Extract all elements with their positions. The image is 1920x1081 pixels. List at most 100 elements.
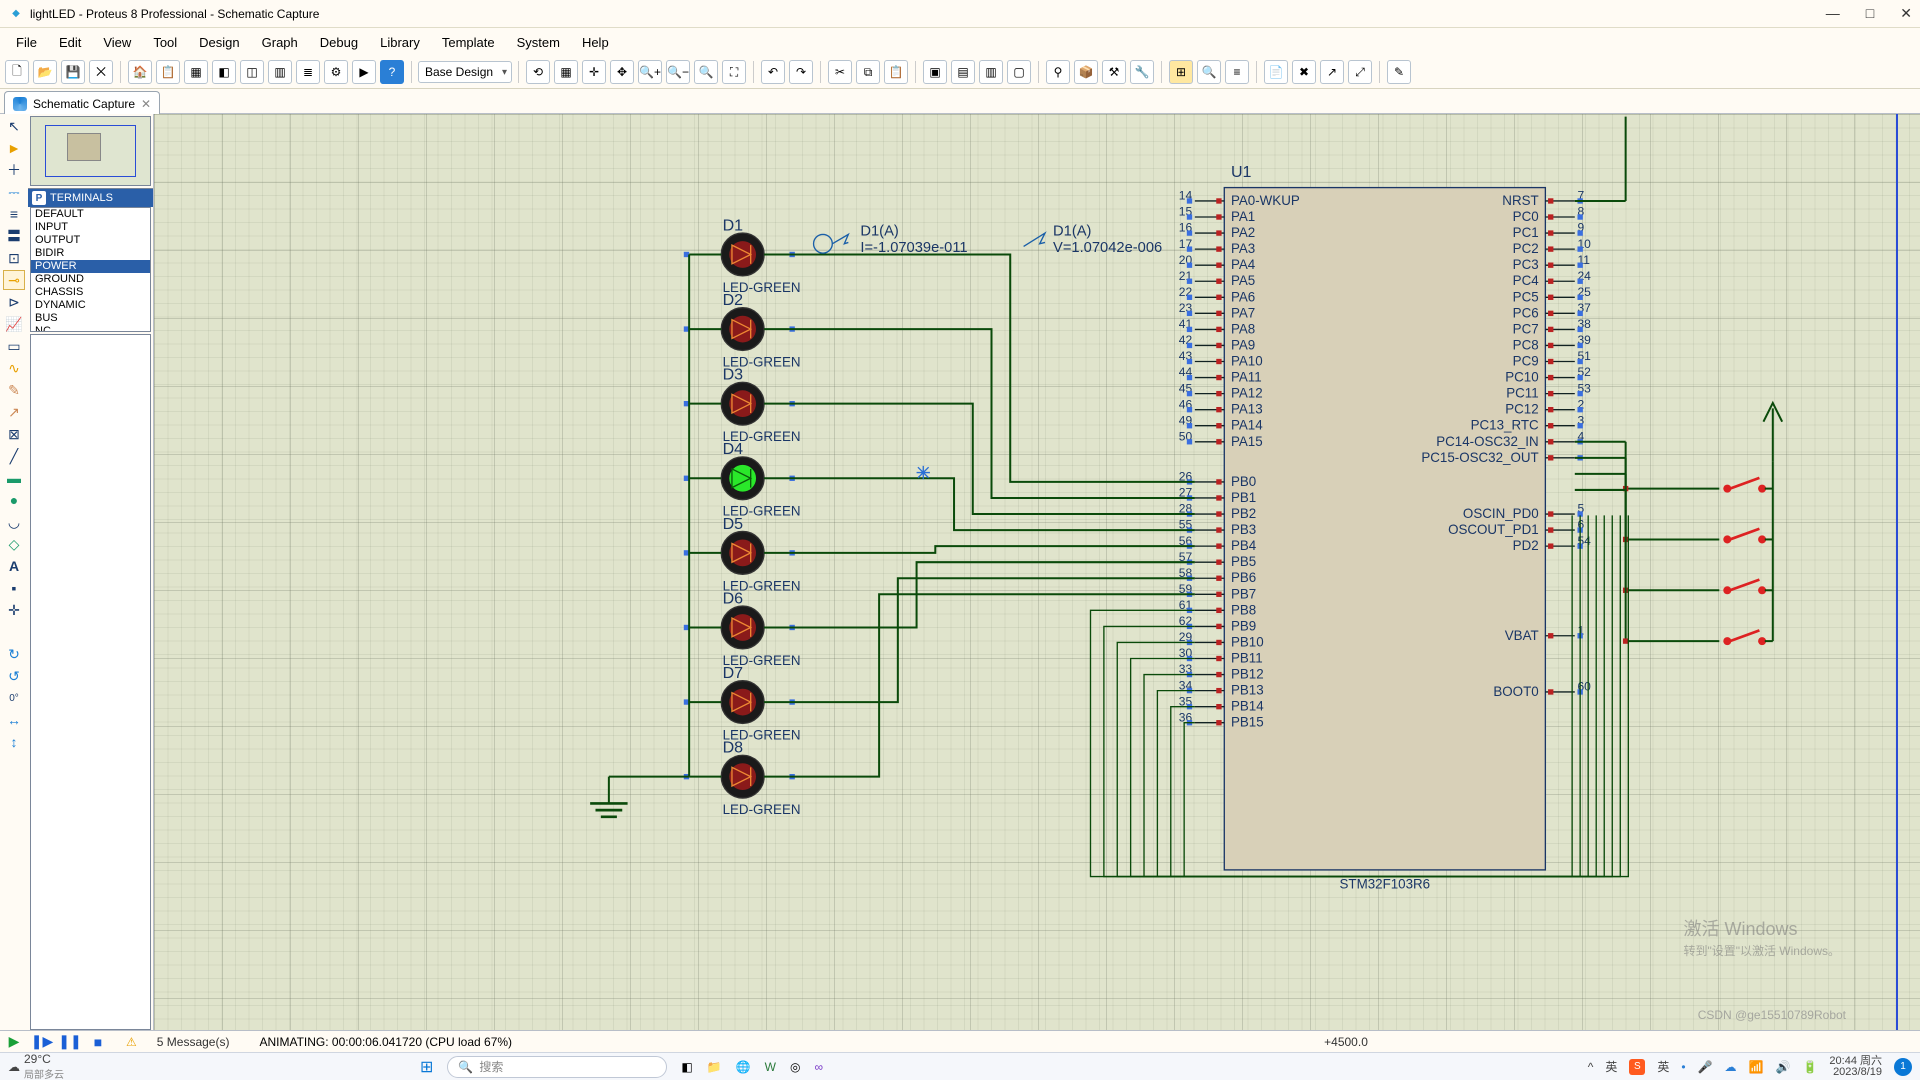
refresh-button[interactable]: ⟲	[526, 60, 550, 84]
virtual-instrument-tool[interactable]: ⊠	[3, 424, 25, 444]
tray-ime[interactable]: 英	[1657, 1058, 1669, 1075]
open-button[interactable]: 📂	[33, 60, 57, 84]
menu-design[interactable]: Design	[189, 33, 249, 52]
zoom-sheet-button[interactable]: ⤢	[1348, 60, 1372, 84]
3d-button[interactable]: ◧	[212, 60, 236, 84]
snap-button[interactable]: ✛	[582, 60, 606, 84]
close-button-tb[interactable]: ⨉	[89, 60, 113, 84]
menu-graph[interactable]: Graph	[252, 33, 308, 52]
decompose-button[interactable]: ⚒	[1102, 60, 1126, 84]
flip-h-button[interactable]: ↔	[3, 710, 25, 730]
menu-view[interactable]: View	[93, 33, 141, 52]
tape-tool[interactable]: ▭	[3, 336, 25, 356]
tray-volume-icon[interactable]: 🔊	[1776, 1060, 1791, 1074]
gerber-button[interactable]: ◫	[240, 60, 264, 84]
minimize-button[interactable]: —	[1826, 5, 1840, 22]
terminal-item[interactable]: GROUND	[31, 273, 150, 286]
graph-tool[interactable]: 📈	[3, 314, 25, 334]
exit-sheet-button[interactable]: ↗	[1320, 60, 1344, 84]
schematic-button[interactable]: 📋	[156, 60, 180, 84]
code-button[interactable]: ⚙	[324, 60, 348, 84]
sogou-icon[interactable]: S	[1629, 1059, 1645, 1075]
menu-edit[interactable]: Edit	[49, 33, 91, 52]
package-button[interactable]: 📦	[1074, 60, 1098, 84]
select-tool[interactable]: ↖	[3, 116, 25, 136]
paste-button[interactable]: 📋	[884, 60, 908, 84]
rotate-ccw-button[interactable]: ↺	[3, 666, 25, 686]
device-pin-tool[interactable]: ⊳	[3, 292, 25, 312]
zoom-fit-button[interactable]: 🔍	[694, 60, 718, 84]
terminals-list[interactable]: DEFAULTINPUTOUTPUTBIDIRPOWERGROUNDCHASSI…	[30, 207, 151, 332]
terminal-item[interactable]: DEFAULT	[31, 208, 150, 221]
menu-tool[interactable]: Tool	[143, 33, 187, 52]
vs-button[interactable]: ∞	[814, 1060, 823, 1074]
tray-notification[interactable]: 1	[1894, 1058, 1912, 1076]
component-tool[interactable]: ►	[3, 138, 25, 158]
zoom-area-button[interactable]: ⛶	[722, 60, 746, 84]
close-button[interactable]: ✕	[1900, 5, 1912, 22]
line-tool[interactable]: ╱	[3, 446, 25, 466]
tab-close-button[interactable]: ✕	[141, 97, 151, 111]
terminal-item[interactable]: OUTPUT	[31, 234, 150, 247]
bom-button[interactable]: ≣	[296, 60, 320, 84]
start-button[interactable]: ⊞	[420, 1057, 433, 1077]
canvas[interactable]: U1STM32F103R614PA0-WKUP15PA116PA217PA320…	[154, 114, 1920, 1032]
overview-panel[interactable]	[30, 116, 151, 186]
tools-button[interactable]: 🔧	[1130, 60, 1154, 84]
messages-label[interactable]: 5 Message(s)	[157, 1035, 230, 1049]
bus-tool[interactable]: 〓	[3, 226, 25, 246]
save-button[interactable]: 💾	[61, 60, 85, 84]
design-combo[interactable]: Base Design	[418, 61, 512, 83]
tray-expand-button[interactable]: ^	[1588, 1060, 1594, 1074]
zoom-in-button[interactable]: 🔍+	[638, 60, 662, 84]
flip-v-button[interactable]: ↕	[3, 732, 25, 752]
text-script-tool[interactable]: ≡	[3, 204, 25, 224]
taskview-button[interactable]: ◧	[681, 1060, 692, 1074]
block-copy-button[interactable]: ▣	[923, 60, 947, 84]
del-sheet-button[interactable]: ✖	[1292, 60, 1316, 84]
menu-system[interactable]: System	[507, 33, 570, 52]
excel-button[interactable]: ▥	[268, 60, 292, 84]
box-tool[interactable]: ▬	[3, 468, 25, 488]
weather-widget[interactable]: ☁ 29°C局部多云	[8, 1052, 64, 1081]
tray-battery-icon[interactable]: 🔋	[1802, 1060, 1817, 1074]
new-button[interactable]: 🗋	[5, 60, 29, 84]
home-button[interactable]: 🏠	[128, 60, 152, 84]
chrome-button[interactable]: 🌐	[736, 1060, 751, 1074]
pick-button[interactable]: ⚲	[1046, 60, 1070, 84]
pause-button[interactable]: ❚❚	[59, 1033, 81, 1051]
menu-file[interactable]: File	[6, 33, 47, 52]
tray-extra1[interactable]: •	[1681, 1060, 1685, 1074]
menu-library[interactable]: Library	[370, 33, 430, 52]
tray-wifi-icon[interactable]: 📶	[1749, 1060, 1764, 1074]
voltage-probe-tool[interactable]: ✎	[3, 380, 25, 400]
step-button[interactable]: ❚▶	[31, 1033, 53, 1051]
terminal-item[interactable]: NC	[31, 325, 150, 332]
terminal-item[interactable]: POWER	[31, 260, 150, 273]
label-tool[interactable]: ⎓	[3, 182, 25, 202]
tray-lang[interactable]: 英	[1605, 1058, 1617, 1075]
redo-button[interactable]: ↷	[789, 60, 813, 84]
copy-button[interactable]: ⧉	[856, 60, 880, 84]
explorer-button[interactable]: 📁	[707, 1060, 722, 1074]
maximize-button[interactable]: □	[1866, 5, 1874, 22]
terminal-item[interactable]: BUS	[31, 312, 150, 325]
marker-tool[interactable]: ✛	[3, 600, 25, 620]
help-button[interactable]: ?	[380, 60, 404, 84]
pan-button[interactable]: ✥	[610, 60, 634, 84]
rotate-cw-button[interactable]: ↻	[3, 644, 25, 664]
junction-tool[interactable]: ＋	[3, 160, 25, 180]
terminal-item[interactable]: INPUT	[31, 221, 150, 234]
wire-auto-button[interactable]: ⊞	[1169, 60, 1193, 84]
block-rotate-button[interactable]: ▥	[979, 60, 1003, 84]
zoom-out-button[interactable]: 🔍−	[666, 60, 690, 84]
app1-button[interactable]: ◎	[790, 1060, 800, 1074]
edit-button[interactable]: ✎	[1387, 60, 1411, 84]
undo-button[interactable]: ↶	[761, 60, 785, 84]
menu-template[interactable]: Template	[432, 33, 505, 52]
stop-button[interactable]: ■	[87, 1033, 109, 1051]
current-probe-tool[interactable]: ↗	[3, 402, 25, 422]
cut-button[interactable]: ✂	[828, 60, 852, 84]
menu-help[interactable]: Help	[572, 33, 619, 52]
grid1-button[interactable]: ▦	[554, 60, 578, 84]
